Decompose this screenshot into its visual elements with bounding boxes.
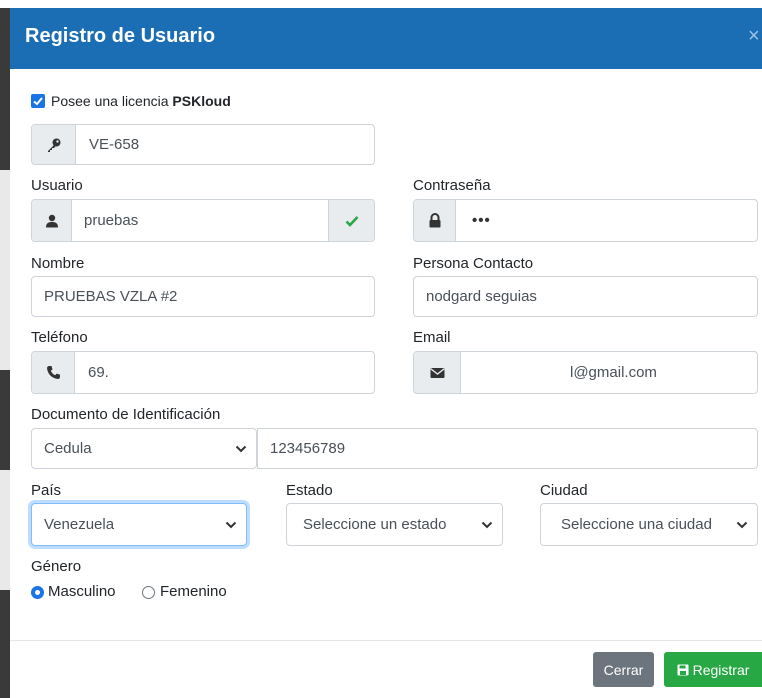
- usuario-input[interactable]: pruebas: [84, 200, 138, 241]
- phone-icon: [32, 352, 75, 393]
- chevron-down-icon: [736, 521, 748, 528]
- license-label-text: Posee una licencia: [51, 93, 173, 109]
- nombre-label: Nombre: [31, 255, 85, 272]
- ciudad-label: Ciudad: [540, 482, 588, 499]
- nombre-input-value: PRUEBAS VZLA #2: [44, 288, 178, 305]
- registrar-label: Registrar: [692, 661, 750, 678]
- password-input[interactable]: •••: [472, 200, 491, 241]
- genero-label: Género: [31, 558, 82, 575]
- user-icon: [32, 200, 72, 241]
- checkmark-icon: [33, 97, 43, 106]
- documento-type-value: Cedula: [44, 440, 92, 457]
- contacto-input[interactable]: nodgard seguias: [413, 276, 758, 317]
- envelope-icon: [414, 352, 461, 393]
- usuario-label: Usuario: [31, 177, 83, 194]
- ciudad-value: Seleccione una ciudad: [561, 516, 712, 533]
- estado-select[interactable]: Seleccione un estado: [286, 503, 503, 546]
- lock-icon: [414, 200, 456, 241]
- license-brand: PSKloud: [172, 93, 231, 109]
- pais-label: País: [31, 482, 62, 499]
- backdrop: [0, 0, 10, 698]
- documento-label: Documento de Identificación: [31, 406, 221, 423]
- telefono-input-group: 69.: [31, 351, 375, 394]
- radio-masculino[interactable]: [31, 586, 44, 599]
- documento-number-input[interactable]: 123456789: [257, 428, 758, 469]
- radio-masculino-label[interactable]: Masculino: [48, 583, 116, 600]
- contrasena-input-group: •••: [413, 199, 758, 242]
- contacto-input-value: nodgard seguias: [426, 288, 537, 305]
- license-checkbox[interactable]: [31, 94, 45, 108]
- license-checkbox-label[interactable]: Posee una licencia PSKloud: [51, 93, 231, 109]
- modal-title: Registro de Usuario: [25, 25, 216, 47]
- contrasena-label: Contraseña: [413, 177, 491, 194]
- chevron-down-icon: [481, 521, 493, 528]
- email-label: Email: [413, 329, 451, 346]
- check-icon: [328, 200, 374, 241]
- pais-value: Venezuela: [44, 516, 115, 533]
- modal-header: Registro de Usuario ×: [10, 8, 762, 69]
- nombre-input[interactable]: PRUEBAS VZLA #2: [31, 276, 375, 317]
- key-icon: [32, 125, 76, 164]
- estado-label: Estado: [286, 482, 333, 499]
- license-input-group: VE-658: [31, 124, 375, 165]
- radio-femenino-label[interactable]: Femenino: [160, 583, 227, 600]
- telefono-label: Teléfono: [31, 329, 88, 346]
- usuario-input-group: pruebas: [31, 199, 375, 242]
- footer-divider: [10, 640, 762, 641]
- license-input[interactable]: VE-658: [89, 125, 139, 164]
- chevron-down-icon: [225, 521, 237, 528]
- pais-select[interactable]: Venezuela: [31, 503, 247, 546]
- registrar-button[interactable]: Registrar: [664, 652, 762, 687]
- email-input[interactable]: l@gmail.com: [570, 352, 657, 393]
- telefono-input[interactable]: 69.: [88, 352, 109, 393]
- save-icon: [677, 664, 689, 675]
- email-input-group: l@gmail.com: [413, 351, 758, 394]
- estado-value: Seleccione un estado: [303, 516, 447, 533]
- documento-number-value: 123456789: [270, 440, 346, 457]
- ciudad-select[interactable]: Seleccione una ciudad: [540, 503, 758, 546]
- close-button[interactable]: ×: [748, 25, 762, 48]
- documento-type-select[interactable]: Cedula: [31, 428, 257, 469]
- registration-modal: Registro de Usuario × Posee una licencia…: [10, 8, 762, 698]
- cerrar-button[interactable]: Cerrar: [593, 652, 654, 687]
- contacto-label: Persona Contacto: [413, 255, 534, 272]
- radio-femenino[interactable]: [142, 586, 155, 599]
- chevron-down-icon: [235, 445, 247, 452]
